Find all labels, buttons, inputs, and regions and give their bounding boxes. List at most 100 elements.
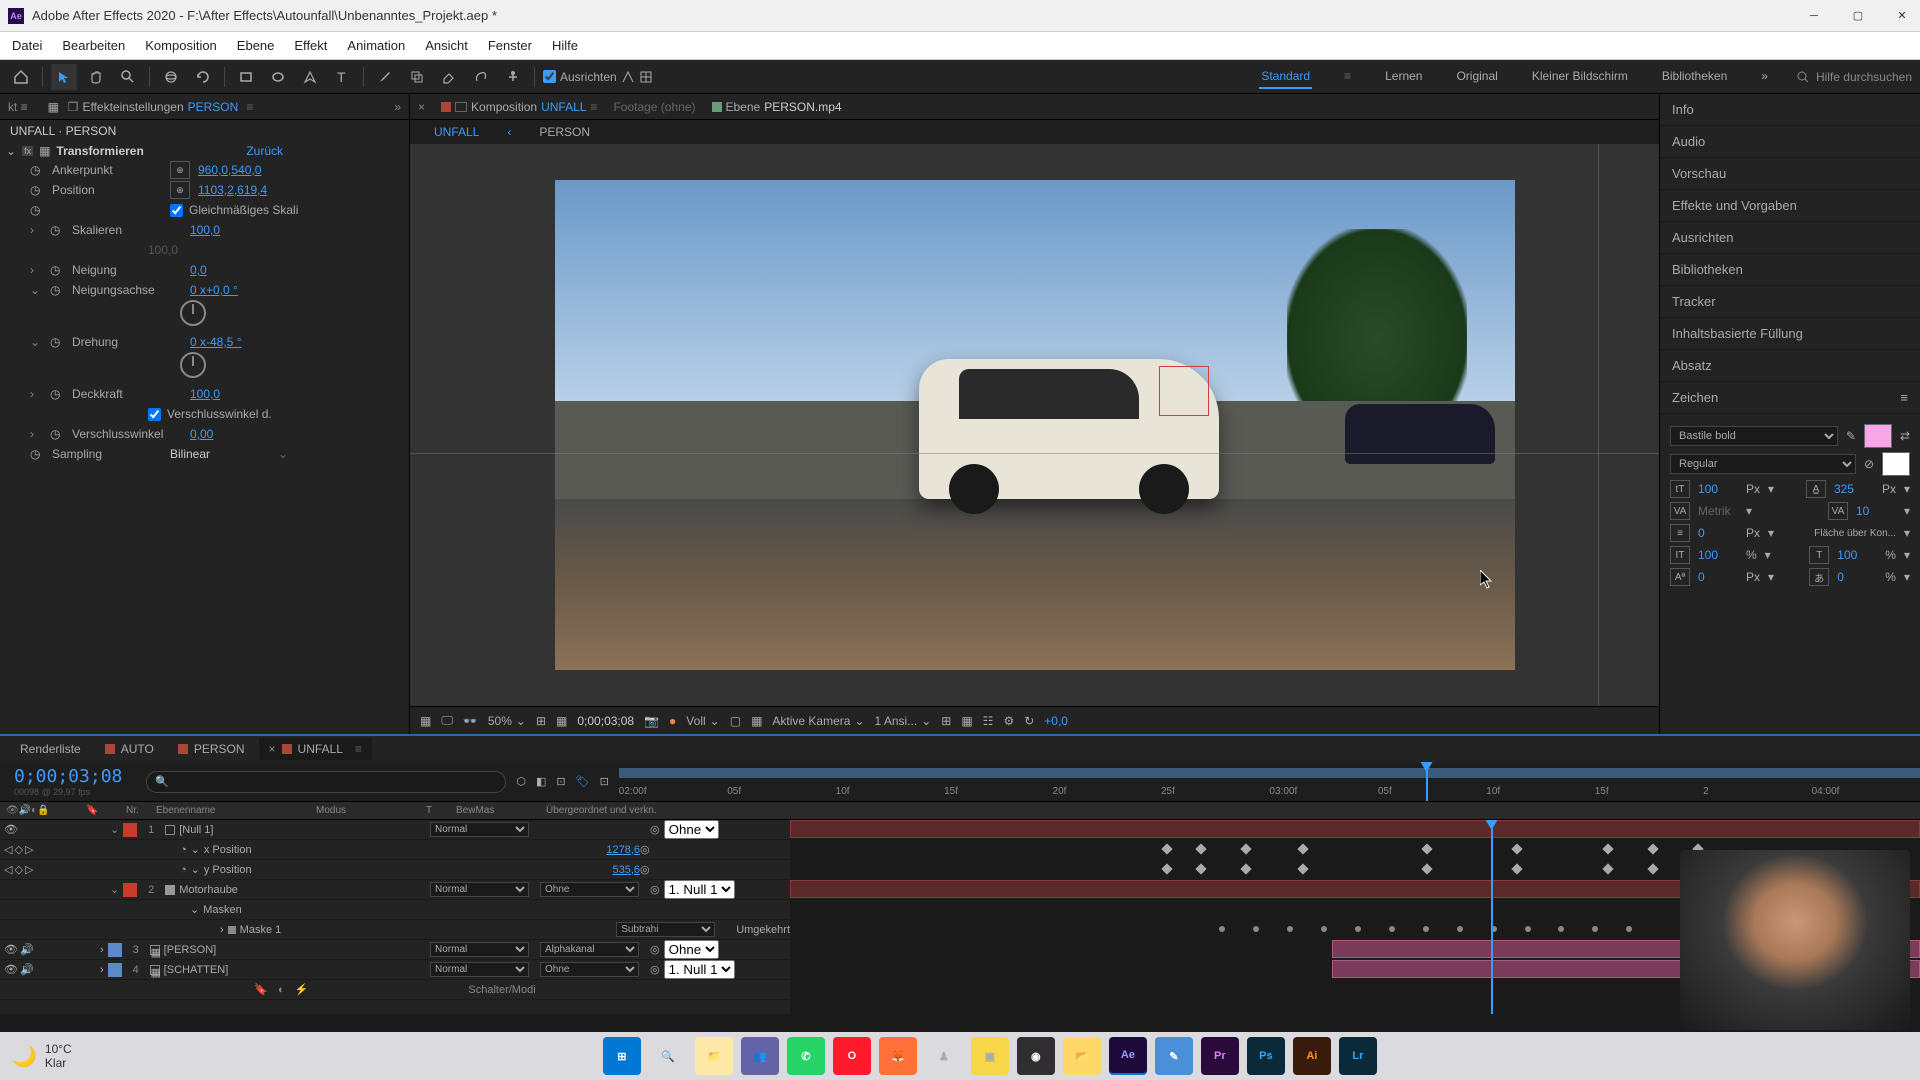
angle-dial[interactable] <box>180 300 206 326</box>
tsume-value[interactable]: 0 <box>1837 570 1877 584</box>
text-tool[interactable]: T <box>329 64 355 90</box>
whatsapp-app[interactable]: ✆ <box>787 1037 825 1075</box>
aftereffects-app[interactable]: Ae <box>1109 1037 1147 1075</box>
opera-app[interactable]: O <box>833 1037 871 1075</box>
resolution-dropdown[interactable]: Voll ⌄ <box>686 714 719 728</box>
menu-animation[interactable]: Animation <box>347 38 405 53</box>
prop-neigungsachse-value[interactable]: 0 x+0,0 ° <box>190 283 238 297</box>
menu-datei[interactable]: Datei <box>12 38 42 53</box>
transparency-icon[interactable]: ▦ <box>751 714 762 728</box>
tab-auto[interactable]: AUTO <box>95 738 164 760</box>
expand-toggle[interactable]: ⌄ <box>30 335 42 349</box>
selection-tool[interactable] <box>51 64 77 90</box>
workspace-kleiner[interactable]: Kleiner Bildschirm <box>1530 65 1630 89</box>
viewer-tab-komposition[interactable]: Komposition UNFALL ≡ <box>441 100 597 114</box>
fill-color-swatch[interactable] <box>1864 424 1892 448</box>
timeline-search[interactable]: 🔍 <box>146 771 506 793</box>
menu-hilfe[interactable]: Hilfe <box>552 38 578 53</box>
hscale-value[interactable]: 100 <box>1837 548 1877 562</box>
tab-unfall[interactable]: ×UNFALL≡ <box>259 738 372 760</box>
mask-maske1[interactable]: ›Maske 1 Subtrahi Umgekehrt <box>0 920 790 940</box>
alpha-icon[interactable]: ▦ <box>420 714 431 728</box>
zoom-tool[interactable] <box>115 64 141 90</box>
workspace-bibliotheken[interactable]: Bibliotheken <box>1660 65 1729 89</box>
expand-toggle[interactable]: ⌄ <box>30 283 42 297</box>
premiere-app[interactable]: Pr <box>1201 1037 1239 1075</box>
screen-icon[interactable]: 🖵 <box>441 713 453 728</box>
switches-toggle[interactable]: 🔖◐⚡ Schalter/Modi <box>0 980 790 1000</box>
menu-ebene[interactable]: Ebene <box>237 38 275 53</box>
timeline-icon[interactable]: ☷ <box>983 714 994 728</box>
viewer-tab-ebene[interactable]: Ebene PERSON.mp4 <box>712 100 842 114</box>
obs-app[interactable]: ◉ <box>1017 1037 1055 1075</box>
app-unknown[interactable]: ♟ <box>925 1037 963 1075</box>
panel-absatz[interactable]: Absatz <box>1660 350 1920 382</box>
color-icon[interactable]: ● <box>669 714 676 728</box>
fast-icon[interactable]: ▦ <box>961 714 972 728</box>
res-icon[interactable]: ⊞ <box>536 714 546 728</box>
teams-app[interactable]: 👥 <box>741 1037 779 1075</box>
reset-exposure[interactable]: ↻ <box>1024 714 1034 728</box>
snap-toggle[interactable]: Ausrichten <box>543 70 653 84</box>
illustrator-app[interactable]: Ai <box>1293 1037 1331 1075</box>
minimize-button[interactable]: ─ <box>1804 6 1824 26</box>
stroke-value[interactable]: 0 <box>1698 526 1738 540</box>
panel-ausrichten[interactable]: Ausrichten <box>1660 222 1920 254</box>
vscale-value[interactable]: 100 <box>1698 548 1738 562</box>
prop-skalieren-value[interactable]: 100,0 <box>190 223 220 237</box>
menu-bearbeiten[interactable]: Bearbeiten <box>62 38 125 53</box>
tl-tool-5[interactable]: ⊡ <box>600 775 609 788</box>
panel-zeichen[interactable]: Zeichen≡ <box>1660 382 1920 414</box>
rect-tool[interactable] <box>233 64 259 90</box>
comp-tab-unfall[interactable]: UNFALL <box>430 123 483 141</box>
font-family-select[interactable]: Bastile bold <box>1670 426 1838 446</box>
snapshot-icon[interactable]: 📷 <box>644 714 659 728</box>
font-size-value[interactable]: 100 <box>1698 482 1738 496</box>
stopwatch-icon[interactable]: ◷ <box>50 387 64 401</box>
panel-vorschau[interactable]: Vorschau <box>1660 158 1920 190</box>
angle-dial[interactable] <box>180 352 206 378</box>
zoom-dropdown[interactable]: 50% ⌄ <box>488 714 526 728</box>
layer-person[interactable]: 👁🔊 › 3 ▦[PERSON] Normal Alphakanal ◎Ohne <box>0 940 790 960</box>
viewer-tab-footage[interactable]: Footage (ohne) <box>613 100 695 114</box>
swap-colors-icon[interactable]: ⇄ <box>1900 429 1910 443</box>
menu-effekt[interactable]: Effekt <box>294 38 327 53</box>
explorer-app[interactable]: 📁 <box>695 1037 733 1075</box>
workspace-lernen[interactable]: Lernen <box>1383 65 1424 89</box>
search-button[interactable]: 🔍 <box>649 1037 687 1075</box>
point-icon[interactable]: ⊕ <box>170 181 190 199</box>
shutter-check[interactable]: Verschlusswinkel d. <box>148 407 272 421</box>
app-unknown2[interactable]: ▣ <box>971 1037 1009 1075</box>
tracking-value[interactable]: 10 <box>1856 504 1896 518</box>
prop-ankerpunkt-value[interactable]: 960,0,540,0 <box>198 163 261 177</box>
eyedropper-icon[interactable]: ✎ <box>1846 429 1856 443</box>
exposure-value[interactable]: +0,0 <box>1044 714 1068 728</box>
prop-sampling-value[interactable]: Bilinear <box>170 447 210 461</box>
tl-tool-3[interactable]: ⊡ <box>556 775 565 788</box>
expand-toggle[interactable]: › <box>30 427 42 441</box>
grid-icon[interactable]: ▦ <box>556 714 567 728</box>
start-button[interactable]: ⊞ <box>603 1037 641 1075</box>
leading-value[interactable]: 325 <box>1834 482 1874 496</box>
tl-tool-4[interactable]: 🏷 <box>576 775 590 788</box>
app-editor[interactable]: ✎ <box>1155 1037 1193 1075</box>
prop-xposition[interactable]: ◁◇▷ ◔⌄x Position 1278,6 ◎ <box>0 840 790 860</box>
expand-toggle[interactable]: › <box>30 263 42 277</box>
rotate-tool[interactable] <box>190 64 216 90</box>
layer-null1[interactable]: 👁 ⌄ 1 [Null 1] Normal ◎Ohne <box>0 820 790 840</box>
brush-tool[interactable] <box>372 64 398 90</box>
stopwatch-icon[interactable]: ◷ <box>50 263 64 277</box>
stopwatch-icon[interactable]: ◷ <box>30 447 44 461</box>
track-region[interactable] <box>1159 366 1209 416</box>
pixel-icon[interactable]: ⊞ <box>941 714 951 728</box>
fx-toggle[interactable]: ⌄ <box>6 144 16 158</box>
expand-toggle[interactable]: › <box>30 387 42 401</box>
home-button[interactable] <box>8 64 34 90</box>
font-style-select[interactable]: Regular <box>1670 454 1856 474</box>
tl-tool-2[interactable]: ◧ <box>536 775 546 788</box>
timecode-display[interactable]: 0;00;03;08 <box>577 714 634 728</box>
firefox-app[interactable]: 🦊 <box>879 1037 917 1075</box>
views-dropdown[interactable]: 1 Ansi... ⌄ <box>875 714 932 728</box>
layer-motorhaube[interactable]: ⌄ 2 Motorhaube Normal Ohne ◎1. Null 1 <box>0 880 790 900</box>
expand-toggle[interactable]: › <box>30 223 42 237</box>
